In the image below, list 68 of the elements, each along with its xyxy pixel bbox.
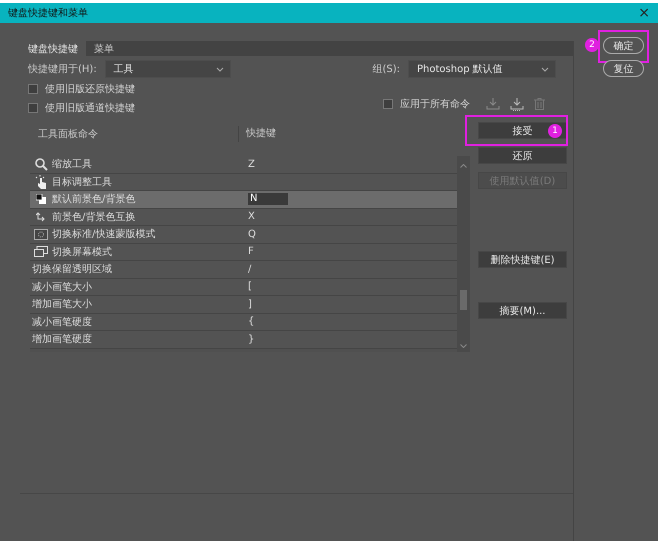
shortcut-row[interactable]: 切换保留透明区域 / xyxy=(30,261,457,278)
pointing-hand-icon xyxy=(34,174,48,189)
shortcuts-for-dropdown[interactable]: 工具 xyxy=(104,60,231,78)
scroll-up-icon[interactable] xyxy=(460,164,467,168)
action-button[interactable]: 删除快捷键(E) xyxy=(478,251,567,268)
shortcut-row[interactable]: 增加画笔大小 ] xyxy=(30,296,457,314)
action-button[interactable]: 摘要(M)... xyxy=(478,302,567,319)
step-badge: 2 xyxy=(585,38,599,52)
shortcut-key: Q xyxy=(248,228,256,240)
shortcut-row[interactable]: 缩放工具 Z xyxy=(30,156,457,174)
scroll-thumb[interactable] xyxy=(460,290,467,310)
shortcut-field[interactable]: N xyxy=(248,193,288,206)
checkbox-option[interactable]: 使用旧版通道快捷键 xyxy=(28,100,135,116)
command-name: 缩放工具 xyxy=(52,158,92,172)
shortcut-key: [ xyxy=(248,281,252,292)
screen-mode-icon xyxy=(34,246,48,258)
shortcut-row[interactable]: 增加画笔硬度 } xyxy=(30,331,457,348)
command-name: 目标调整工具 xyxy=(52,176,112,189)
checkbox-option[interactable]: 使用旧版还原快捷键 xyxy=(28,81,135,97)
command-name: 减小画笔大小 xyxy=(31,280,92,294)
checkbox[interactable] xyxy=(28,84,38,94)
save-tray-icon[interactable] xyxy=(486,98,500,110)
tab[interactable]: 菜单 xyxy=(86,41,122,56)
trash-icon[interactable] xyxy=(534,98,545,110)
color-squares-icon xyxy=(36,194,46,204)
column-header: 快捷键 xyxy=(238,126,276,142)
shortcuts-for-label: 快捷键用于(H): xyxy=(28,62,97,76)
swap-arrow-icon xyxy=(36,212,46,222)
command-name: 减小画笔硬度 xyxy=(31,316,92,329)
chevron-icon xyxy=(541,66,549,72)
magnifier-icon xyxy=(34,158,48,171)
shortcut-key: { xyxy=(248,316,254,328)
shortcut-row[interactable]: 默认前景色/背景色 N xyxy=(30,191,457,208)
shortcut-key: ] xyxy=(248,298,252,310)
action-button[interactable]: 还原 xyxy=(478,147,567,164)
shortcut-row[interactable]: 减小画笔硬度 { xyxy=(30,314,457,331)
command-name: 切换标准/快速蒙版模式 xyxy=(52,228,156,242)
shortcut-key: Z xyxy=(248,158,255,170)
shortcut-key: X xyxy=(248,211,255,222)
set-dropdown[interactable]: Photoshop 默认值 xyxy=(408,60,556,78)
shortcut-row[interactable]: 切换屏幕模式 F xyxy=(30,244,457,261)
dialog-button[interactable]: 确定 xyxy=(603,37,644,54)
command-name: 切换保留透明区域 xyxy=(31,262,112,276)
shortcut-row[interactable]: 目标调整工具 xyxy=(30,174,457,191)
shortcut-key: / xyxy=(248,264,252,275)
shortcut-row[interactable]: 前景色/背景色互换 X xyxy=(30,208,457,226)
chevron-icon xyxy=(216,66,224,72)
mask-icon xyxy=(34,228,48,240)
column-header: 工具面板命令 xyxy=(37,128,99,141)
shortcut-key: } xyxy=(248,334,254,345)
command-name: 默认前景色/背景色 xyxy=(52,192,136,206)
scroll-down-icon[interactable] xyxy=(460,344,467,348)
close-button[interactable]: × xyxy=(636,6,652,20)
shortcut-key: F xyxy=(248,246,254,258)
command-name: 切换屏幕模式 xyxy=(52,246,112,259)
command-name: 增加画笔硬度 xyxy=(31,332,92,346)
set-label: 组(S): xyxy=(372,63,400,76)
checkbox[interactable] xyxy=(383,99,393,109)
dialog-button[interactable]: 复位 xyxy=(603,60,644,77)
new-set-tray-icon[interactable] xyxy=(510,98,524,110)
window-title: 键盘快捷键和菜单 xyxy=(8,6,88,20)
checkbox[interactable] xyxy=(28,103,38,113)
command-name: 前景色/背景色互换 xyxy=(52,210,136,224)
checkbox-option[interactable]: 应用于所有命令 xyxy=(383,96,470,112)
command-name: 增加画笔大小 xyxy=(31,298,92,312)
scrollbar[interactable] xyxy=(457,156,470,352)
shortcut-row[interactable]: 减小画笔大小 [ xyxy=(30,278,457,296)
shortcut-row[interactable]: 切换标准/快速蒙版模式 Q xyxy=(30,226,457,244)
